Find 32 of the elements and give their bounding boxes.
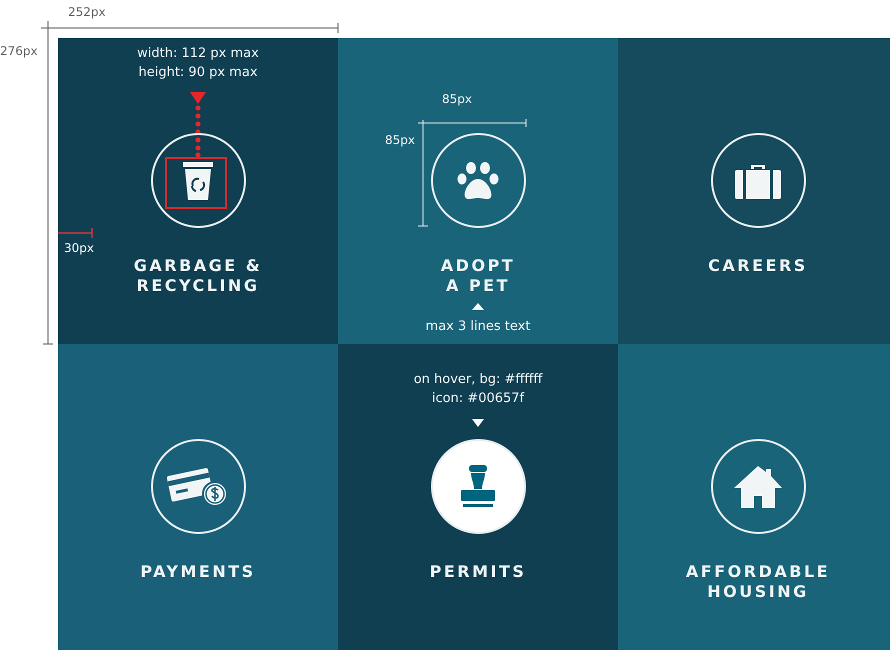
recycle-bin-icon: [183, 162, 213, 200]
annotation-note: height: 90 px max: [137, 64, 259, 82]
annotation-note: on hover, bg: #ffffff: [412, 371, 544, 389]
tile-label: GARBAGE & RECYCLING: [134, 256, 262, 296]
dimension-label: 85px: [385, 133, 415, 147]
stamp-icon: [460, 464, 496, 508]
house-icon: [734, 466, 782, 508]
briefcase-icon: [735, 162, 781, 198]
annotation-note: icon: #00657f: [430, 390, 526, 408]
dimension-label: 30px: [64, 241, 94, 255]
caret-icon: [472, 303, 484, 310]
annotation-note: max 3 lines text: [424, 318, 532, 336]
tile-label: AFFORDABLE HOUSING: [686, 562, 830, 602]
paw-icon: [457, 162, 499, 200]
category-tile[interactable]: CAREERS: [618, 38, 890, 344]
caret-icon: [472, 419, 484, 427]
dimension-label: 85px: [442, 92, 472, 106]
credit-card-coin-icon: [167, 466, 229, 508]
dotted-arrow: [190, 92, 206, 158]
highlight-frame: [164, 157, 226, 209]
category-tile[interactable]: width: 112 px max height: 90 px max GARBAGE & RECYCLING 30px: [58, 38, 338, 344]
category-tile[interactable]: on hover, bg: #ffffff icon: #00657f PERMITS: [338, 344, 618, 650]
category-tile[interactable]: PAYMENTS: [58, 344, 338, 650]
tile-label: PERMITS: [430, 562, 526, 582]
indent-marker: [58, 228, 94, 238]
dimension-label: 276px: [0, 44, 38, 58]
annotation-note: width: 112 px max: [136, 45, 260, 63]
dimension-label: 252px: [68, 5, 106, 19]
tile-label: PAYMENTS: [140, 562, 256, 582]
tile-label: ADOPT A PET: [440, 256, 516, 296]
category-tile[interactable]: AFFORDABLE HOUSING: [618, 344, 890, 650]
tile-label: CAREERS: [708, 256, 808, 276]
